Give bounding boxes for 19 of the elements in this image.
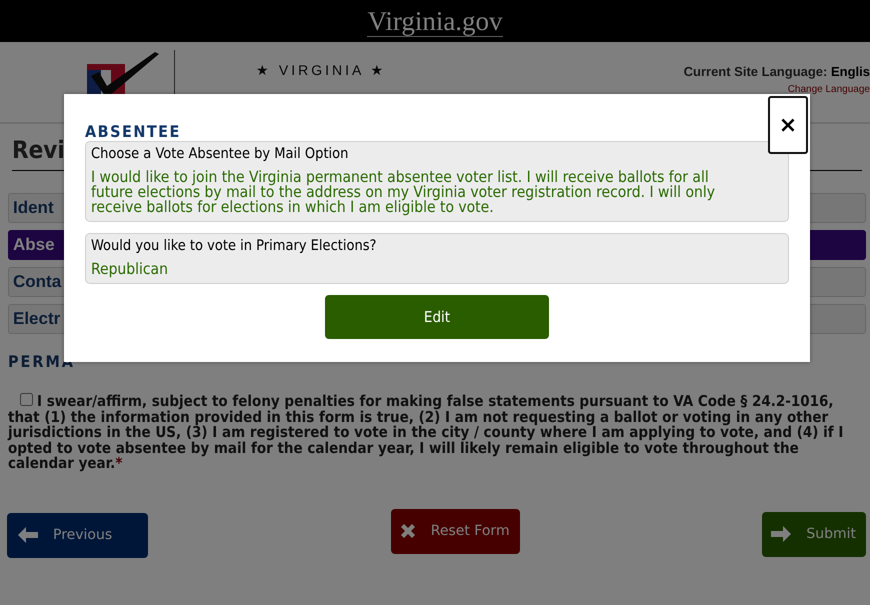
affirmation-checkbox[interactable] bbox=[20, 393, 33, 406]
edit-button[interactable]: Edit bbox=[325, 295, 549, 339]
previous-button[interactable]: Previous bbox=[7, 512, 148, 558]
reset-form-button[interactable]: Reset Form bbox=[390, 508, 520, 554]
close-button[interactable]: × bbox=[768, 96, 808, 154]
answer-text: Republican bbox=[91, 262, 169, 277]
affirmation-text: I swear/affirm, subject to felony penalties for making false statements pursuant to VA Code § 24.2-1016, that (1) the information provided in this form is true, (2) I am not requesting a ballot or voting in any other jurisdictions in the US, (3) I am registered to vote in the city / county where I am applying to vote, and (4) if I opted to vote absentee by mail for the calendar year, I will likely remain eligible to vote throughout the calendar year.* bbox=[8, 391, 844, 472]
arrow-left-icon bbox=[17, 526, 39, 544]
question-label: Choose a Vote Absentee by Mail Option bbox=[91, 145, 350, 163]
site-logo[interactable]: Virginia.gov bbox=[367, 6, 503, 36]
answer-text: I would like to join the Virginia permanent absentee voter list. I will receive ballots for all future elections by mail to the address on my Virginia voter registration record. I will only receive ballots for elections in which I am eligible to vote. bbox=[91, 170, 716, 215]
change-language-link[interactable]: Change Language bbox=[788, 84, 870, 95]
agency-name: ★ VIRGINIA ★ bbox=[256, 62, 386, 78]
arrow-right-icon bbox=[770, 525, 792, 543]
site-language: Current Site Language: Englis bbox=[684, 64, 870, 79]
checkmark-logo-icon bbox=[85, 50, 161, 96]
submit-button[interactable]: Submit bbox=[762, 512, 866, 556]
x-icon bbox=[398, 522, 417, 540]
question-label: Would you like to vote in Primary Elections? bbox=[91, 237, 378, 255]
